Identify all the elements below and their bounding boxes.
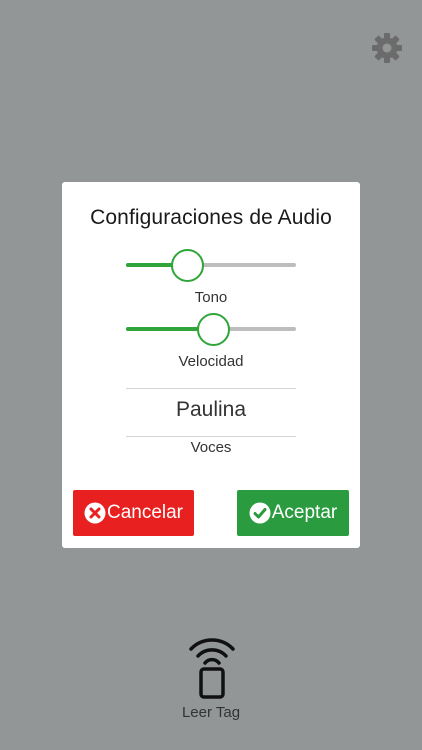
speed-slider-thumb[interactable] <box>196 313 230 346</box>
gear-icon <box>372 33 402 63</box>
read-tag-label[interactable]: Leer Tag <box>0 704 422 721</box>
accept-button[interactable]: Aceptar <box>237 490 349 536</box>
read-tag-button[interactable] <box>181 636 243 700</box>
check-circle-icon <box>249 502 271 524</box>
voice-picker[interactable]: Paulina <box>126 398 296 422</box>
tone-slider[interactable] <box>126 247 296 283</box>
voice-picker-bottom-divider <box>126 436 296 437</box>
tone-label: Tono <box>194 289 228 306</box>
app-screen: { "header": { "settings_icon": "gear-ico… <box>0 0 422 750</box>
cancel-button-label: Cancelar <box>106 502 184 523</box>
audio-settings-dialog: Configuraciones de Audio Tono Velocidad … <box>62 182 360 548</box>
speed-slider[interactable] <box>126 311 296 347</box>
nfc-phone-icon <box>189 638 235 699</box>
x-circle-icon <box>84 502 106 524</box>
tone-slider-thumb[interactable] <box>171 249 205 282</box>
dialog-title: Configuraciones de Audio <box>90 206 332 229</box>
settings-button[interactable] <box>371 32 403 64</box>
speed-label: Velocidad <box>178 353 244 370</box>
voices-label: Voces <box>190 439 232 456</box>
voice-picker-top-divider <box>126 388 296 389</box>
cancel-button[interactable]: Cancelar <box>73 490 194 536</box>
accept-button-label: Aceptar <box>271 502 338 523</box>
